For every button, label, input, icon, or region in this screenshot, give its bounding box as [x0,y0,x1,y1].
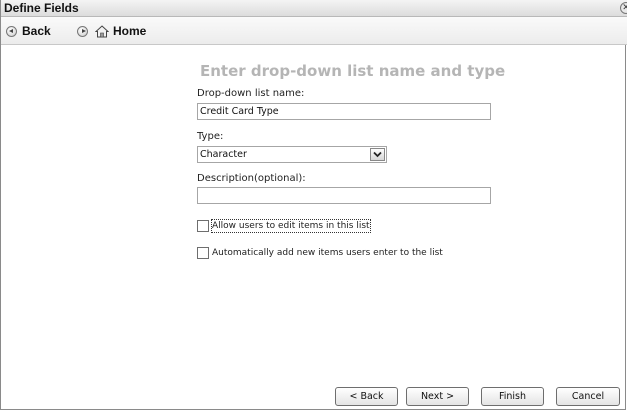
type-label: Type: [197,131,224,142]
finish-button[interactable]: Finish [481,387,544,406]
auto-add-label[interactable]: Automatically add new items users enter … [212,247,443,259]
close-icon[interactable]: ✕ [620,2,627,14]
description-label: Description(optional): [197,173,306,184]
cancel-button[interactable]: Cancel [556,387,620,406]
forward-nav-button[interactable] [77,22,93,40]
title-bar: Define Fields ✕ [1,0,627,17]
back-nav-button[interactable]: Back [6,22,51,40]
list-name-label: Drop-down list name: [197,88,305,99]
window-title: Define Fields [4,1,79,15]
back-arrow-icon [6,25,17,37]
next-button[interactable]: Next > [406,387,469,406]
forward-arrow-icon [77,25,88,37]
list-name-input[interactable]: Credit Card Type [197,103,491,120]
back-button[interactable]: < Back [335,387,398,406]
auto-add-checkbox[interactable] [197,247,209,259]
allow-edit-checkbox[interactable] [197,220,209,232]
type-select[interactable]: Character [197,146,387,163]
define-fields-window: Define Fields ✕ Back Home Enter drop-dow… [0,0,627,410]
description-input[interactable] [197,187,491,204]
page-heading: Enter drop-down list name and type [200,62,506,80]
navigation-bar: Back Home [1,17,627,45]
allow-edit-label[interactable]: Allow users to edit items in this list [211,219,371,233]
home-nav-label: Home [113,24,147,38]
chevron-down-icon [373,151,382,158]
type-select-value: Character [200,149,247,160]
type-dropdown-button[interactable] [370,148,385,161]
home-nav-button[interactable]: Home [95,22,146,40]
back-nav-label: Back [22,24,51,38]
home-icon [95,24,109,37]
